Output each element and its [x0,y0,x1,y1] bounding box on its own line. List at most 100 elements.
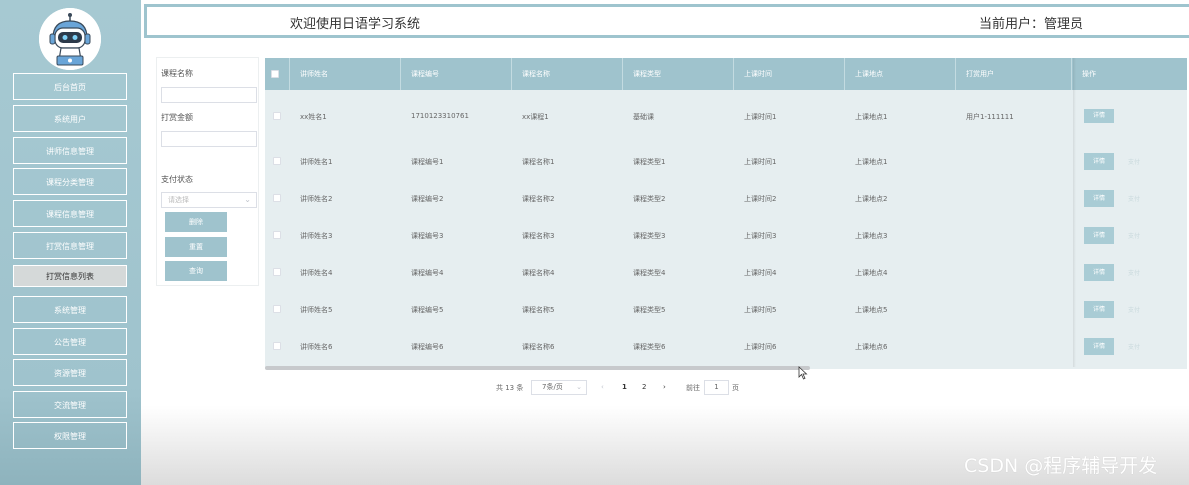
header-divider [1071,58,1072,90]
th-course-name[interactable]: 课程名称 [522,58,550,90]
cell-teacher: 讲师姓名2 [300,195,333,203]
header-divider [844,58,845,90]
header-divider [511,58,512,90]
sidebar-item-resource[interactable]: 资源管理 [13,359,127,386]
cell-course-type: 课程类型1 [633,158,666,166]
sidebar-item-notice[interactable]: 公告管理 [13,328,127,355]
table-row: xx姓名1 1710123310761 xx课程1 基础课 上课时间1 上课地点1 用户1-… [265,98,1187,135]
chevron-down-icon: ⌄ [576,383,582,391]
cell-course-code: 课程编号3 [411,232,444,240]
cell-teacher: 讲师姓名6 [300,343,333,351]
current-user-label: 当前用户：管理员 [979,17,1084,32]
cell-teacher: 讲师姓名4 [300,269,333,277]
page-unit-label: 页 [732,384,739,392]
sidebar-item-exchange[interactable]: 交流管理 [13,391,127,418]
th-class-place[interactable]: 上课地点 [855,58,883,90]
sidebar-item-permission[interactable]: 权限管理 [13,422,127,449]
cell-teacher: 讲师姓名5 [300,306,333,314]
detail-button[interactable]: 详情 [1084,153,1114,170]
robot-avatar-icon [39,8,101,70]
th-reward-user[interactable]: 打赏用户 [966,58,994,90]
page-size-value: 7条/页 [542,383,563,391]
cell-class-place: 上课地点1 [855,158,888,166]
row-checkbox[interactable] [273,342,281,350]
header-divider [955,58,956,90]
sidebar-item-reward-info[interactable]: 打赏信息管理 [13,232,127,259]
reset-button[interactable]: 重置 [165,237,227,257]
cell-course-name: 课程名称2 [522,195,555,203]
th-actions: 操作 [1082,70,1096,78]
sidebar-item-course-category[interactable]: 课程分类管理 [13,168,127,195]
query-button[interactable]: 查询 [165,261,227,281]
cell-class-place: 上课地点3 [855,232,888,240]
sidebar-item-teacher-info[interactable]: 讲师信息管理 [13,137,127,164]
row-checkbox[interactable] [273,157,281,165]
cell-class-place: 上课地点1 [855,113,888,121]
pay-button[interactable]: 支付 [1128,342,1140,351]
th-teacher[interactable]: 讲师姓名 [300,58,328,90]
cell-course-type: 课程类型5 [633,306,666,314]
welcome-title: 欢迎使用日语学习系统 [290,17,421,32]
course-name-label: 课程名称 [161,69,193,78]
select-all-checkbox[interactable] [271,70,279,78]
sidebar-item-system-manage[interactable]: 系统管理 [13,296,127,323]
cell-class-place: 上课地点2 [855,195,888,203]
cell-course-code: 1710123310761 [411,112,469,120]
cell-class-place: 上课地点6 [855,343,888,351]
th-course-type[interactable]: 课程类型 [633,58,661,90]
cell-course-type: 课程类型3 [633,232,666,240]
prev-page-button[interactable]: ‹ [601,383,604,391]
sidebar-item-course-info[interactable]: 课程信息管理 [13,200,127,227]
cell-class-place: 上课地点4 [855,269,888,277]
pay-button[interactable]: 支付 [1128,268,1140,277]
cell-course-code: 课程编号6 [411,343,444,351]
cell-class-time: 上课时间5 [744,306,777,314]
table-row: 讲师姓名6 课程编号6 课程名称6 课程类型6 上课时间6 上课地点6 详情 支付 [265,328,1187,365]
row-checkbox[interactable] [273,112,281,120]
sidebar-item-reward-list[interactable]: 打赏信息列表 [13,265,127,287]
table-row: 讲师姓名3 课程编号3 课程名称3 课程类型3 上课时间3 上课地点3 详情 支付 [265,217,1187,254]
detail-button[interactable]: 详情 [1084,190,1114,207]
cell-course-name: xx课程1 [522,113,549,121]
page-size-select[interactable]: 7条/页 ⌄ [531,380,587,395]
header-divider [622,58,623,90]
detail-button[interactable]: 详情 [1084,264,1114,281]
cell-course-name: 课程名称4 [522,269,555,277]
row-checkbox[interactable] [273,305,281,313]
course-name-input[interactable] [161,87,257,103]
pay-button[interactable]: 支付 [1128,157,1140,166]
amount-input[interactable] [161,131,257,147]
sidebar-item-dashboard[interactable]: 后台首页 [13,73,127,100]
pay-button[interactable]: 支付 [1128,305,1140,314]
delete-button[interactable]: 删除 [165,212,227,232]
th-class-time[interactable]: 上课时间 [744,58,772,90]
detail-button[interactable]: 详情 [1084,227,1114,244]
table-row: 讲师姓名4 课程编号4 课程名称4 课程类型4 上课时间4 上课地点4 详情 支付 [265,254,1187,291]
pay-button[interactable]: 支付 [1128,231,1140,240]
sidebar-item-system-users[interactable]: 系统用户 [13,105,127,132]
row-checkbox[interactable] [273,231,281,239]
horizontal-scrollbar[interactable] [265,366,810,370]
cell-course-type: 课程类型2 [633,195,666,203]
cell-course-code: 课程编号1 [411,158,444,166]
cell-course-name: 课程名称6 [522,343,555,351]
cell-class-time: 上课时间1 [744,113,777,121]
chevron-down-icon: ⌄ [244,195,251,204]
pay-status-label: 支付状态 [161,175,193,184]
pay-status-select[interactable]: 请选择 ⌄ [161,192,257,208]
cell-class-time: 上课时间1 [744,158,777,166]
next-page-button[interactable]: › [663,383,666,391]
cell-class-time: 上课时间4 [744,269,777,277]
page-jump-input[interactable]: 1 [704,380,729,395]
detail-button[interactable]: 详情 [1084,109,1114,123]
th-course-code[interactable]: 课程编号 [411,58,439,90]
page-2-button[interactable]: 2 [642,383,646,391]
detail-button[interactable]: 详情 [1084,338,1114,355]
row-checkbox[interactable] [273,194,281,202]
pay-button[interactable]: 支付 [1128,194,1140,203]
row-checkbox[interactable] [273,268,281,276]
page-1-button[interactable]: 1 [622,383,627,391]
search-panel: 课程名称 打赏金额 支付状态 请选择 ⌄ 删除 重置 查询 [156,57,259,286]
detail-button[interactable]: 详情 [1084,301,1114,318]
pay-status-placeholder: 请选择 [168,196,189,204]
